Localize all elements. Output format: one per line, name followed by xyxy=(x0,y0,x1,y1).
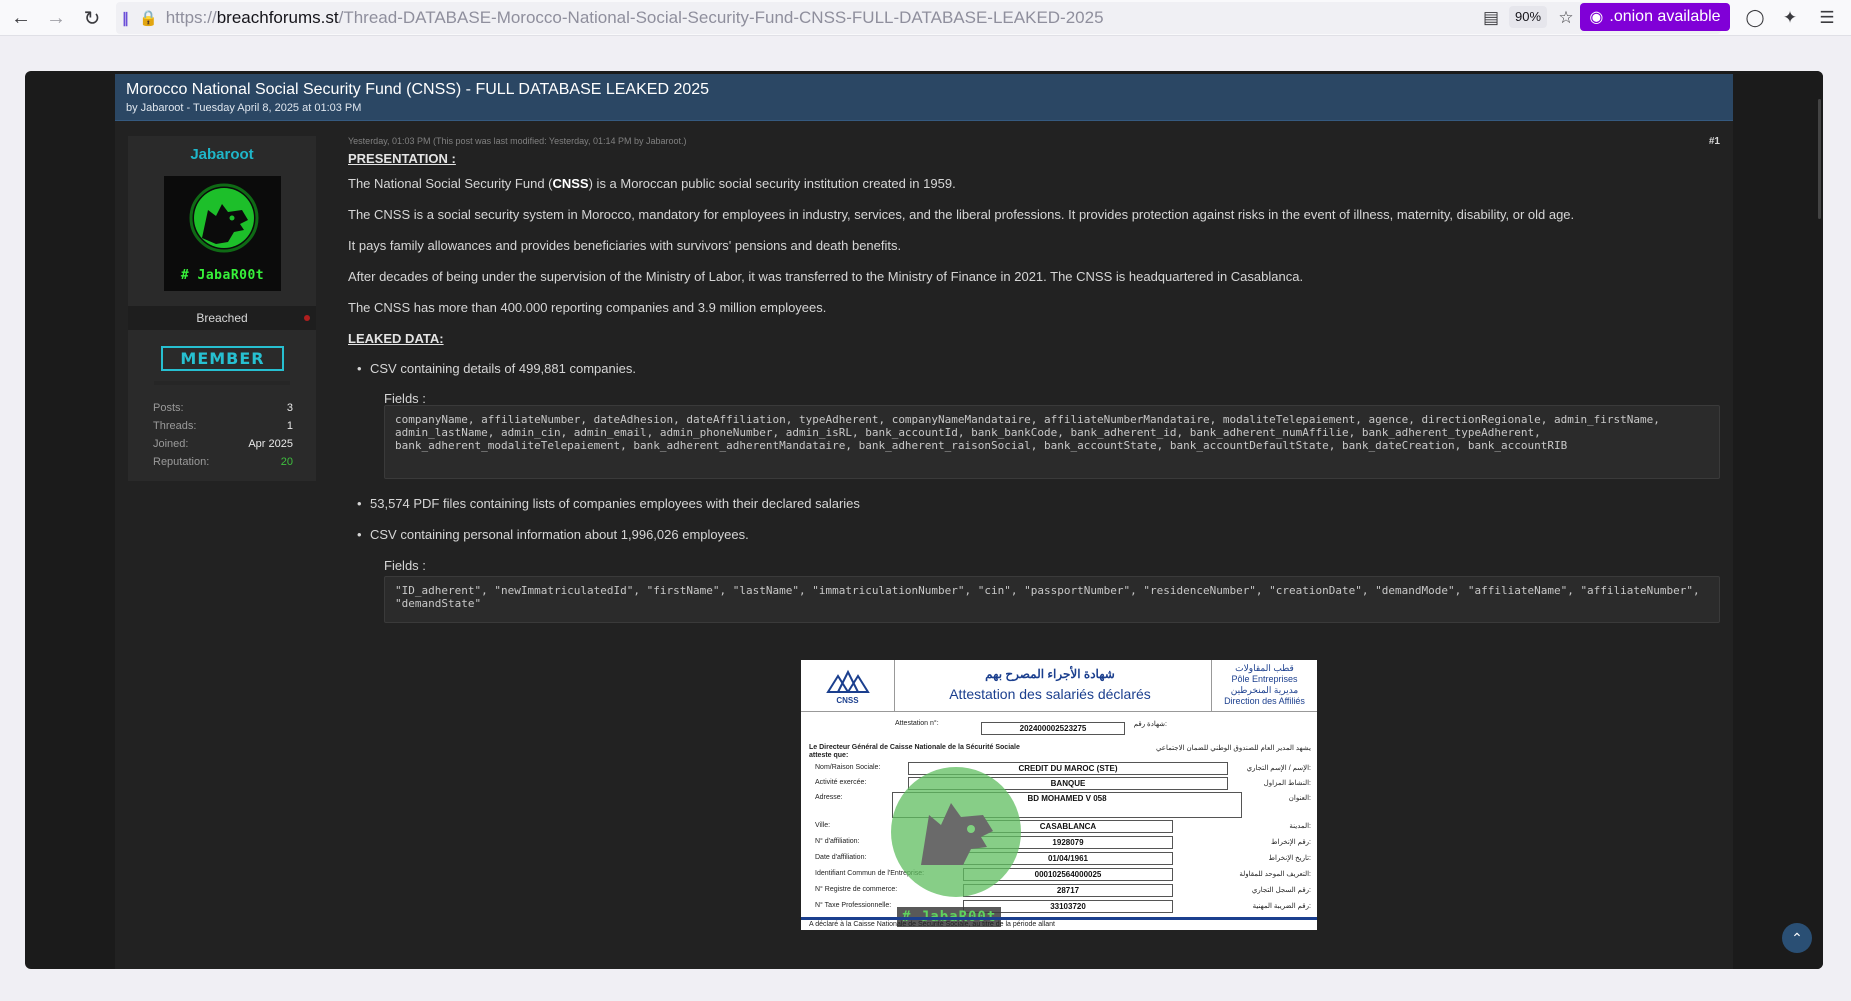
stat-reputation: Reputation: 20 xyxy=(153,456,293,468)
post-timestamp: Yesterday, 01:03 PM (This post was last … xyxy=(348,136,687,146)
doc-header: CNSS شهادة الأجراء المصرح بهم Attestatio… xyxy=(801,660,1317,712)
reload-icon[interactable]: ↻ xyxy=(77,3,107,33)
rank-bar xyxy=(154,381,290,385)
paragraph-1: The National Social Security Fund (CNSS)… xyxy=(348,176,956,191)
doc-attestation-number: 202400002523275 xyxy=(981,722,1125,735)
lock-icon[interactable]: 🔒 xyxy=(139,9,158,27)
onion-icon: ◉ xyxy=(1589,9,1604,26)
back-icon[interactable]: ← xyxy=(6,3,36,33)
doc-title-arabic: شهادة الأجراء المصرح بهم xyxy=(985,667,1115,681)
scroll-to-top-button[interactable]: ⌃ xyxy=(1782,923,1812,953)
offline-dot-icon xyxy=(304,315,310,321)
user-status: Breached xyxy=(128,306,316,330)
paragraph-2: The CNSS is a social security system in … xyxy=(348,207,1575,222)
user-name-link[interactable]: Jabaroot xyxy=(128,146,316,163)
forum-page: Morocco National Social Security Fund (C… xyxy=(25,71,1823,969)
tor-circuit-icon[interactable]: ∥ xyxy=(122,10,129,27)
thread-title: Morocco National Social Security Fund (C… xyxy=(126,81,710,98)
doc-title-french: Attestation des salariés déclarés xyxy=(949,686,1151,702)
list-item: CSV containing personal information abou… xyxy=(357,527,749,543)
jabaroot-watermark xyxy=(891,767,1021,897)
presentation-heading: PRESENTATION : xyxy=(348,151,456,166)
stat-threads: Threads: 1 xyxy=(153,420,293,432)
scrollbar-track[interactable] xyxy=(1793,71,1823,969)
thread-header: Morocco National Social Security Fund (C… xyxy=(115,74,1733,121)
onion-available-button[interactable]: ◉ .onion available xyxy=(1580,3,1730,31)
doc-footer: A déclaré à la Caisse Nationale de Sécur… xyxy=(801,917,1317,930)
url-text[interactable]: https://breachforums.st/Thread-DATABASE-… xyxy=(166,8,1104,28)
wolf-watermark-icon xyxy=(921,803,993,865)
shield-icon[interactable]: ◯ xyxy=(1743,6,1767,30)
code-block-employees[interactable]: "ID_adherent", "newImmatriculatedId", "f… xyxy=(384,576,1720,623)
attestation-image[interactable]: CNSS شهادة الأجراء المصرح بهم Attestatio… xyxy=(801,660,1317,930)
list-item: CSV containing details of 499,881 compan… xyxy=(357,361,636,377)
rank-badge: MEMBER xyxy=(161,346,284,371)
magic-wand-icon[interactable]: ✦ xyxy=(1778,6,1802,30)
browser-toolbar: ← → ↻ ∥ 🔒 https://breachforums.st/Thread… xyxy=(0,0,1851,36)
fields-label: Fields : xyxy=(384,558,426,573)
post-number-link[interactable]: #1 xyxy=(1709,136,1720,147)
avatar[interactable]: # JabaR00t xyxy=(164,176,281,291)
post: Jabaroot # JabaR00t Breached MEMBER Post… xyxy=(115,121,1733,969)
avatar-tag: # JabaR00t xyxy=(180,268,265,283)
paragraph-3: It pays family allowances and provides b… xyxy=(348,238,902,253)
code-block-companies[interactable]: companyName, affiliateNumber, dateAdhesi… xyxy=(384,405,1720,479)
paragraph-5: The CNSS has more than 400.000 reporting… xyxy=(348,300,827,315)
bookmark-star-icon[interactable]: ☆ xyxy=(1554,6,1578,30)
doc-department: قطب المقاولات Pôle Entreprises مديرية ال… xyxy=(1211,660,1317,712)
list-item: 53,574 PDF files containing lists of com… xyxy=(357,496,860,512)
menu-icon[interactable]: ☰ xyxy=(1815,6,1839,30)
reader-view-icon[interactable]: ▤ xyxy=(1479,6,1503,30)
paragraph-4: After decades of being under the supervi… xyxy=(348,269,1304,284)
thread-byline: by Jabaroot - Tuesday April 8, 2025 at 0… xyxy=(126,102,362,114)
scrollbar-thumb[interactable] xyxy=(1818,99,1821,219)
user-card: Jabaroot # JabaR00t Breached MEMBER Post… xyxy=(128,136,316,481)
leaked-data-heading: LEAKED DATA: xyxy=(348,331,444,346)
cnss-logo: CNSS xyxy=(801,660,895,712)
cnss-logo-icon xyxy=(825,669,870,693)
stat-posts: Posts: 3 xyxy=(153,402,293,414)
chevron-up-icon: ⌃ xyxy=(1791,929,1803,946)
forward-icon[interactable]: → xyxy=(41,3,71,33)
zoom-level[interactable]: 90% xyxy=(1509,6,1548,28)
user-stats: Posts: 3 Threads: 1 Joined: Apr 2025 Reputa… xyxy=(153,402,293,474)
stat-joined: Joined: Apr 2025 xyxy=(153,438,293,450)
